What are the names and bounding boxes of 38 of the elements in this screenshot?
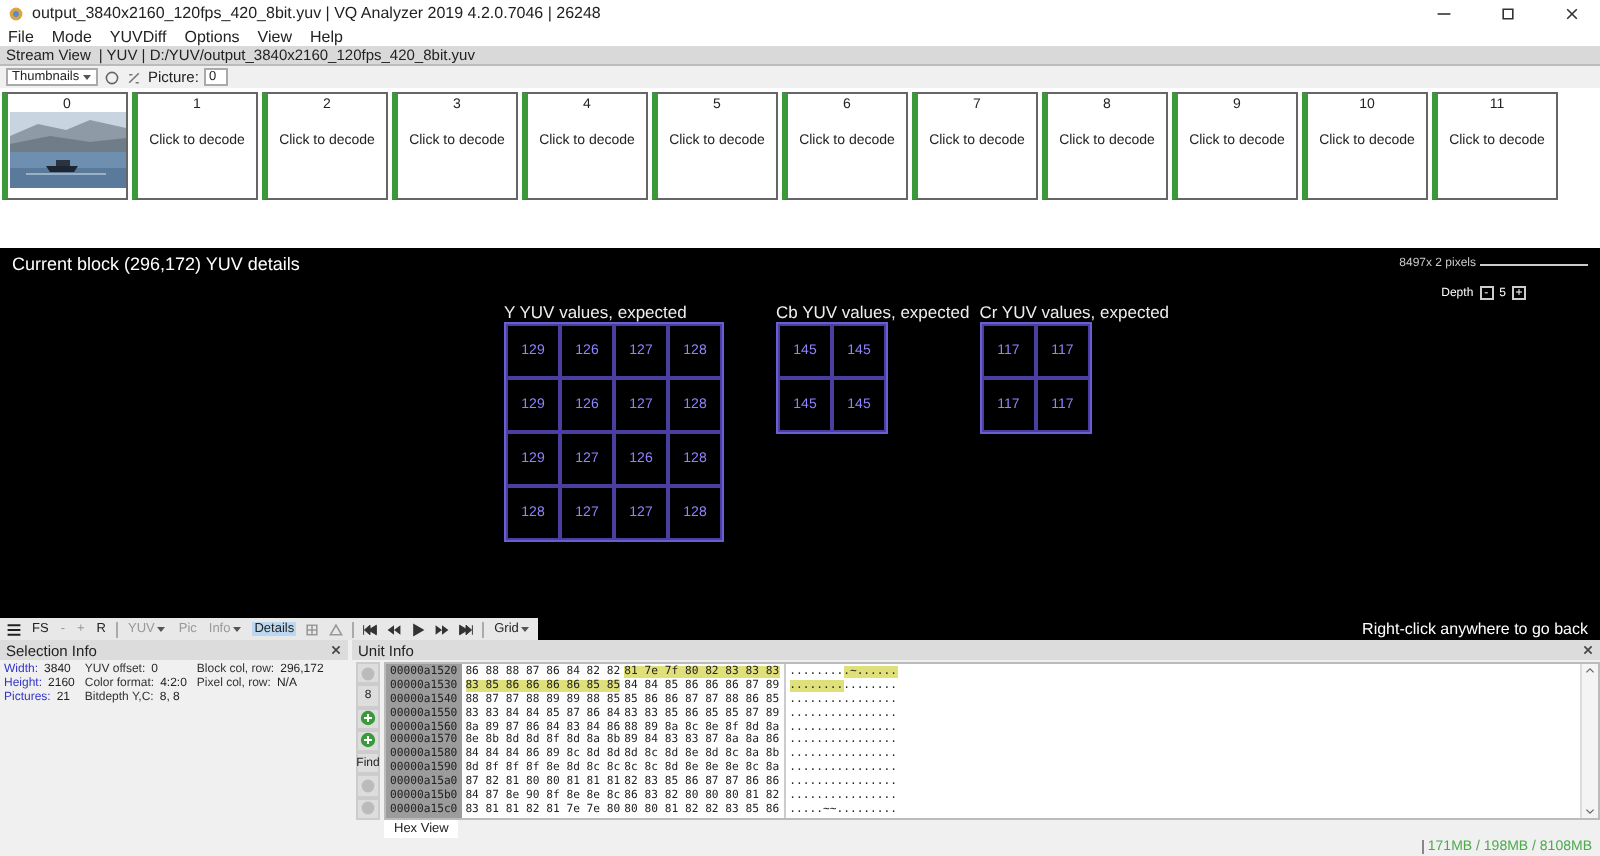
triangle-icon[interactable] <box>328 621 345 637</box>
menu-icon[interactable] <box>6 621 22 637</box>
add-icon <box>360 710 376 727</box>
window-title: output_3840x2160_120fps_420_8bit.yuv | VQ Analyzer 2019 4.2.0.7046 | 26248 <box>32 4 603 22</box>
close-icon[interactable] <box>330 644 342 656</box>
caret-icon <box>232 624 243 634</box>
refresh-icon[interactable] <box>104 69 120 85</box>
hint-text: Right-click anywhere to go back <box>1360 620 1590 640</box>
plane-title: Cb YUV values, expected <box>776 302 970 322</box>
skip-back-icon[interactable] <box>362 621 379 637</box>
scrollbar[interactable] <box>1580 664 1598 818</box>
plane-title: Cr YUV values, expected <box>979 302 1170 322</box>
menu-item[interactable]: Options <box>184 27 240 45</box>
close-icon <box>1564 5 1580 21</box>
menu-item[interactable]: File <box>8 27 34 45</box>
add-icon <box>360 732 376 749</box>
link-icon[interactable] <box>126 69 142 85</box>
add-button[interactable] <box>356 707 380 730</box>
scroll-down-icon[interactable] <box>1584 806 1596 818</box>
add-button[interactable] <box>356 729 380 753</box>
skip-forward-icon[interactable] <box>458 621 475 637</box>
circle-icon <box>360 800 376 817</box>
menu-item[interactable]: View <box>257 27 292 45</box>
circle-icon <box>360 778 376 795</box>
caret-icon <box>520 624 531 634</box>
caret-icon <box>82 72 92 82</box>
grid-icon[interactable] <box>304 621 321 637</box>
scroll-up-icon[interactable] <box>1584 664 1596 676</box>
menu-item[interactable]: YUVDiff <box>109 27 167 45</box>
circle-icon <box>360 665 376 682</box>
details-title: Current block (296,172) YUV details <box>12 254 300 274</box>
menu-item[interactable]: Help <box>310 27 343 45</box>
maximize-icon <box>1500 5 1516 21</box>
menu-item[interactable]: Mode <box>51 27 92 45</box>
app-icon <box>8 5 24 21</box>
plane-title: Y YUV values, expected <box>504 302 689 322</box>
caret-icon <box>156 624 167 634</box>
close-icon[interactable] <box>1582 644 1594 656</box>
